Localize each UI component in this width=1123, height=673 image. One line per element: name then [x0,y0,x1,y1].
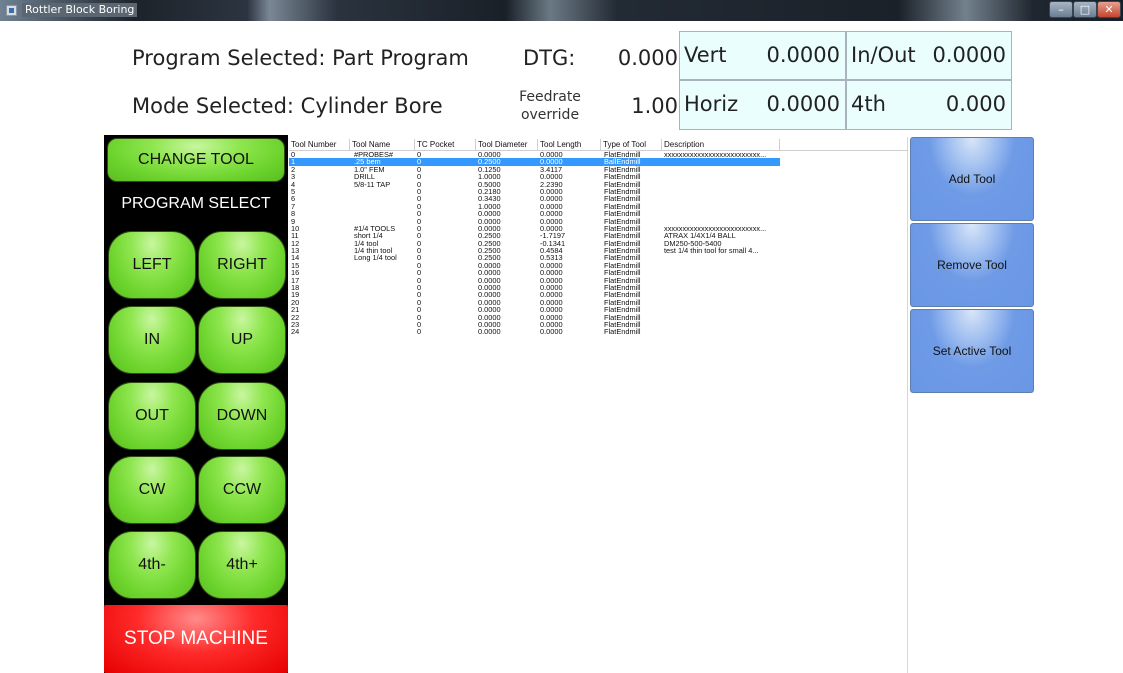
vert-readout: Vert 0.0000 [679,31,846,80]
minimize-button[interactable]: – [1049,1,1073,18]
vert-value: 0.0000 [766,43,840,67]
cell-tool-length: 0.0000 [540,327,563,337]
jog-in-button[interactable]: IN [108,306,196,374]
cell-tool-diameter: 0.0000 [478,327,501,337]
window-title: Rottler Block Boring [22,3,138,17]
dtg-label: DTG: [523,46,576,70]
cell-tool-description: test 1/4 thin tool for small 4... [664,246,759,256]
title-bar: Rottler Block Boring – □ ✕ [0,0,1123,21]
table-row[interactable]: 6 0 0.3430 0.0000 FlatEndmill [289,195,908,203]
cell-tool-name: 5/8-11 TAP [354,179,391,189]
fourth-label: 4th [851,92,886,116]
stop-machine-button[interactable]: STOP MACHINE [104,605,288,673]
app-icon [6,5,17,16]
table-row[interactable]: 21 0 0.0000 0.0000 FlatEndmill [289,306,908,314]
table-row[interactable]: 14 Long 1/4 tool 0 0.2500 0.5313 FlatEndmill [289,253,908,263]
change-tool-button[interactable]: CHANGE TOOL [107,138,285,182]
set-active-tool-button[interactable]: Set Active Tool [910,309,1034,393]
jog-control-panel: CHANGE TOOL PROGRAM SELECT LEFT RIGHT IN… [104,135,288,673]
table-row[interactable]: 0 #PROBES# 0 0.0000 0.0000 FlatEndmill xxxxxxx… [289,150,908,159]
jog-ccw-button[interactable]: CCW [198,456,286,524]
cell-tool-type: FlatEndmill [604,327,641,337]
tool-table-rows: 0 #PROBES# 0 0.0000 0.0000 FlatEndmill xxxxxxx… [289,151,908,336]
table-row[interactable]: 19 0 0.0000 0.0000 FlatEndmill [289,291,908,299]
jog-fourth-minus-button[interactable]: 4th- [108,531,196,599]
program-selected-label: Program Selected: Part Program [132,46,469,70]
table-row[interactable]: 18 0 0.0000 0.0000 FlatEndmill [289,284,908,292]
inout-readout: In/Out 0.0000 [846,31,1012,80]
tool-table: Tool Number Tool Name TC Pocket Tool Dia… [289,137,908,673]
jog-fourth-plus-button[interactable]: 4th+ [198,531,286,599]
table-row[interactable]: 8 0 0.0000 0.0000 FlatEndmill [289,210,908,218]
feedrate-label-line1: Feedrate [519,89,581,105]
table-row[interactable]: 11 short 1/4 0 0.2500 -1.7197 FlatEndmill ATRA… [289,232,908,240]
horiz-label: Horiz [684,92,739,116]
col-tool-number[interactable]: Tool Number [289,139,350,151]
table-row[interactable]: 4 5/8-11 TAP 0 0.5000 2.2390 FlatEndmill [289,179,908,189]
remove-tool-button[interactable]: Remove Tool [910,223,1034,307]
jog-right-button[interactable]: RIGHT [198,231,286,299]
table-row[interactable]: 23 0 0.0000 0.0000 FlatEndmill [289,321,908,329]
cell-tc-pocket: 0 [417,327,422,337]
jog-down-button[interactable]: DOWN [198,382,286,450]
fourth-axis-readout: 4th 0.000 [846,80,1012,130]
mode-selected-label: Mode Selected: Cylinder Bore [132,94,443,118]
table-row[interactable]: 16 0 0.0000 0.0000 FlatEndmill [289,269,908,277]
table-row[interactable]: 17 0 0.0000 0.0000 FlatEndmill [289,276,908,284]
cell-tool-description: xxxxxxxxxxxxxxxxxxxxxxxxxx... [664,150,767,159]
fourth-value: 0.000 [945,92,1006,116]
maximize-button[interactable]: □ [1073,1,1097,18]
jog-out-button[interactable]: OUT [108,382,196,450]
feedrate-label-line2: override [520,107,580,123]
horiz-readout: Horiz 0.0000 [679,80,846,130]
table-row[interactable]: 2 1.0" FEM 0 0.1250 3.4117 FlatEndmill [289,165,908,173]
table-row[interactable]: 20 0 0.0000 0.0000 FlatEndmill [289,298,908,306]
close-button[interactable]: ✕ [1097,1,1121,18]
dtg-value: 0.000 [617,46,678,70]
add-tool-button[interactable]: Add Tool [910,137,1034,221]
feedrate-label: Feedrate override [510,88,590,124]
inout-value: 0.0000 [932,43,1006,67]
cell-tool-name: Long 1/4 tool [354,253,397,263]
jog-cw-button[interactable]: CW [108,456,196,524]
col-tc-pocket[interactable]: TC Pocket [415,139,476,151]
table-row[interactable]: 24 0 0.0000 0.0000 FlatEndmill [289,327,908,337]
inout-label: In/Out [851,43,916,67]
table-row[interactable]: 5 0 0.2180 0.0000 FlatEndmill [289,188,908,196]
horiz-value: 0.0000 [766,92,840,116]
program-select-label: PROGRAM SELECT [121,195,271,212]
jog-up-button[interactable]: UP [198,306,286,374]
jog-left-button[interactable]: LEFT [108,231,196,299]
table-row[interactable]: 7 0 1.0000 0.0000 FlatEndmill [289,202,908,210]
table-row[interactable]: 15 0 0.0000 0.0000 FlatEndmill [289,261,908,269]
table-row[interactable]: 22 0 0.0000 0.0000 FlatEndmill [289,313,908,321]
app-window: Rottler Block Boring – □ ✕ Program Selec… [0,0,1123,673]
feedrate-value: 1.00 [631,94,678,118]
cell-tool-number: 24 [291,327,300,337]
vert-label: Vert [684,43,727,67]
